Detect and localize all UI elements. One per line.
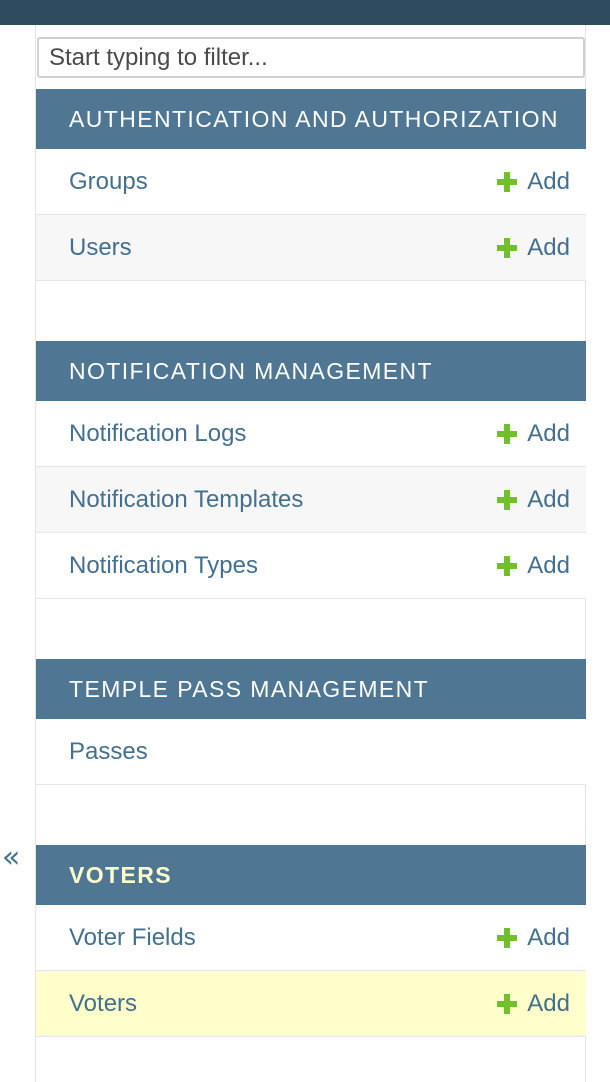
add-voter-fields-button[interactable]: Add	[497, 924, 570, 952]
model-link-notification-templates[interactable]: Notification Templates	[69, 486, 303, 514]
sidebar-row-notification-types: Notification Types Add	[36, 533, 586, 599]
sidebar-filter-input[interactable]	[37, 37, 585, 78]
module-temple-pass-management: Temple Pass Management Passes	[36, 659, 586, 785]
plus-icon	[497, 555, 518, 576]
add-users-button[interactable]: Add	[497, 234, 570, 262]
add-label: Add	[527, 551, 570, 579]
add-label: Add	[527, 419, 570, 447]
plus-icon	[497, 993, 518, 1014]
sidebar-row-notification-templates: Notification Templates Add	[36, 467, 586, 533]
model-link-users[interactable]: Users	[69, 234, 132, 262]
module-notification-management: Notification Management Notification Log…	[36, 341, 586, 599]
model-link-passes[interactable]: Passes	[69, 738, 148, 766]
module-header-notification-management[interactable]: Notification Management	[36, 341, 586, 401]
sidebar-row-groups: Groups Add	[36, 149, 586, 215]
add-label: Add	[527, 167, 570, 195]
add-label: Add	[527, 485, 570, 513]
plus-icon	[497, 171, 518, 192]
add-notification-types-button[interactable]: Add	[497, 552, 570, 580]
sidebar-row-passes: Passes	[36, 719, 586, 785]
plus-icon	[497, 423, 518, 444]
sidebar-row-voters: Voters Add	[36, 971, 586, 1037]
sidebar-row-users: Users Add	[36, 215, 586, 281]
add-label: Add	[527, 989, 570, 1017]
add-label: Add	[527, 923, 570, 951]
module-voters: Voters Voter Fields Add Voters Add	[36, 845, 586, 1037]
model-link-voter-fields[interactable]: Voter Fields	[69, 924, 196, 952]
plus-icon	[497, 489, 518, 510]
model-link-groups[interactable]: Groups	[69, 168, 148, 196]
sidebar-row-notification-logs: Notification Logs Add	[36, 401, 586, 467]
plus-icon	[497, 237, 518, 258]
add-notification-logs-button[interactable]: Add	[497, 420, 570, 448]
plus-icon	[497, 927, 518, 948]
top-header-bar	[0, 0, 610, 25]
toggle-sidebar-button[interactable]: «	[2, 840, 20, 875]
add-label: Add	[527, 233, 570, 261]
model-link-voters[interactable]: Voters	[69, 990, 137, 1018]
module-header-temple-pass-management[interactable]: Temple Pass Management	[36, 659, 586, 719]
add-notification-templates-button[interactable]: Add	[497, 486, 570, 514]
model-link-notification-logs[interactable]: Notification Logs	[69, 420, 246, 448]
model-link-notification-types[interactable]: Notification Types	[69, 552, 258, 580]
module-authentication: Authentication and Authorization Groups …	[36, 89, 586, 281]
sidebar-row-voter-fields: Voter Fields Add	[36, 905, 586, 971]
module-header-voters[interactable]: Voters	[36, 845, 586, 905]
module-header-authentication[interactable]: Authentication and Authorization	[36, 89, 586, 149]
add-voters-button[interactable]: Add	[497, 990, 570, 1018]
add-groups-button[interactable]: Add	[497, 168, 570, 196]
